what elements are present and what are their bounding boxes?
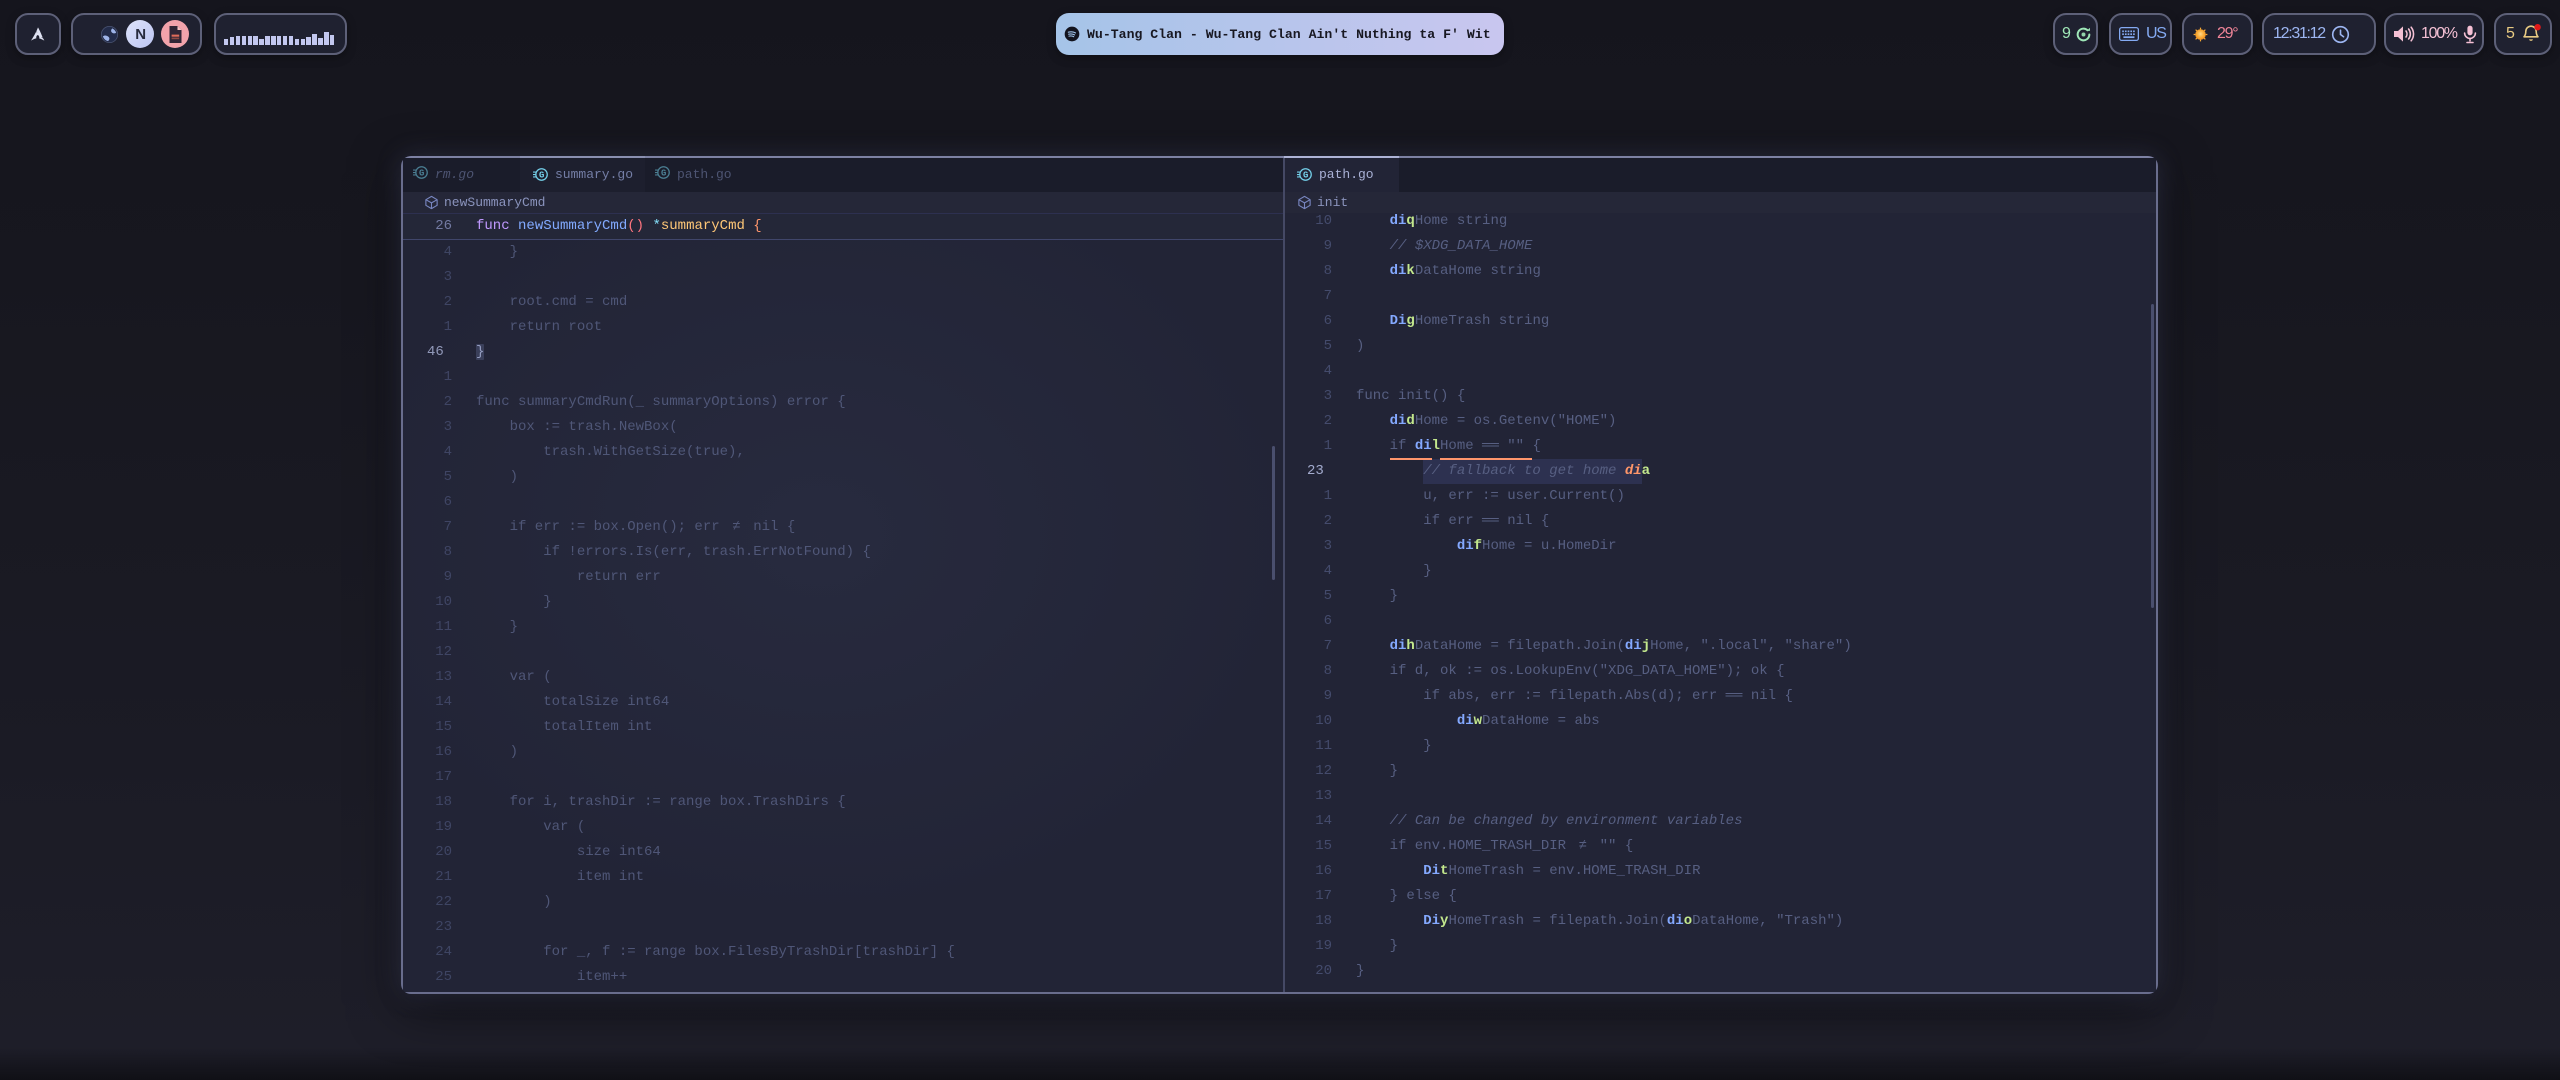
svg-text:G: G — [1303, 170, 1308, 180]
